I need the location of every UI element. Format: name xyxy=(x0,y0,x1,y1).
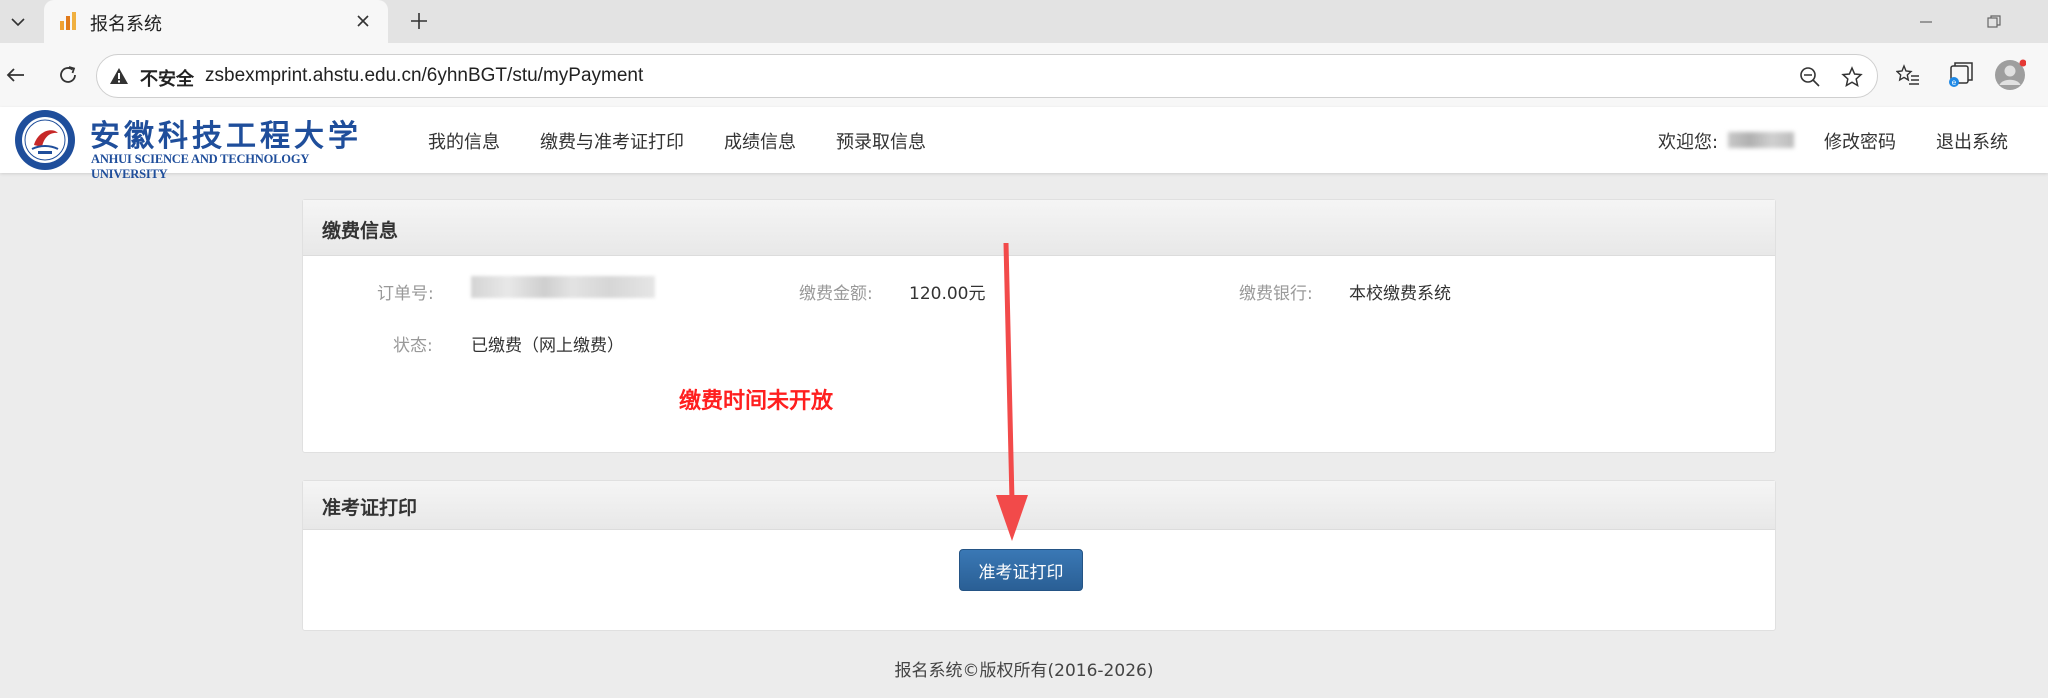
url-text[interactable]: zsbexmprint.ahstu.edu.cn/6yhnBGT/stu/myP… xyxy=(205,65,643,87)
collections-icon[interactable]: e xyxy=(1944,59,1976,91)
logo-english-name: ANHUI SCIENCE AND TECHNOLOGY UNIVERSITY xyxy=(91,152,309,181)
nav-pre-admission[interactable]: 预录取信息 xyxy=(836,128,926,154)
favorite-star-icon[interactable] xyxy=(1839,64,1865,90)
status-label: 状态: xyxy=(393,336,433,356)
zoom-out-icon[interactable] xyxy=(1797,64,1823,90)
copyright-footer: 报名系统©版权所有(2016-2026) xyxy=(894,661,1154,681)
minimize-window-icon[interactable] xyxy=(1912,8,1940,36)
address-bar[interactable]: 不安全 zsbexmprint.ahstu.edu.cn/6yhnBGT/stu… xyxy=(96,54,1878,98)
new-tab-plus-icon[interactable] xyxy=(404,6,434,36)
admit-card-panel-title: 准考证打印 xyxy=(303,481,1775,530)
change-password-link[interactable]: 修改密码 xyxy=(1824,128,1896,154)
tab-list-chevron-icon[interactable] xyxy=(4,8,32,36)
restore-window-icon[interactable] xyxy=(1980,8,2008,36)
payment-bank-value: 本校缴费系统 xyxy=(1349,284,1451,304)
back-arrow-icon[interactable] xyxy=(0,59,32,91)
favorites-list-icon[interactable] xyxy=(1892,59,1924,91)
svg-text:e: e xyxy=(1952,78,1957,87)
admit-card-panel: 准考证打印 准考证打印 xyxy=(302,480,1776,631)
welcome-label: 欢迎您: xyxy=(1658,132,1719,153)
browser-tab[interactable]: 报名系统 xyxy=(44,0,388,48)
nav-my-info[interactable]: 我的信息 xyxy=(428,128,500,154)
browser-tab-strip: 报名系统 xyxy=(0,0,2048,48)
order-number-label: 订单号: xyxy=(377,284,434,304)
university-emblem-icon xyxy=(15,110,75,170)
close-tab-icon[interactable] xyxy=(352,10,374,32)
payment-amount-label: 缴费金额: xyxy=(799,284,873,304)
site-header: 安徽科技工程大学 ANHUI SCIENCE AND TECHNOLOGY UN… xyxy=(0,107,2048,181)
payment-amount-value: 120.00元 xyxy=(909,284,986,304)
payment-bank-label: 缴费银行: xyxy=(1239,284,1313,304)
nav-scores[interactable]: 成绩信息 xyxy=(724,128,796,154)
warning-triangle-icon xyxy=(109,66,129,86)
red-arrow-annotation xyxy=(996,243,1028,541)
print-admit-card-button[interactable]: 准考证打印 xyxy=(959,549,1083,591)
nav-payment-admit-card[interactable]: 缴费与准考证打印 xyxy=(540,128,684,154)
redacted-order-number xyxy=(471,276,655,298)
payment-info-panel: 缴费信息 订单号: 缴费金额: 120.00元 缴费银行: 本校缴费系统 状态:… xyxy=(302,199,1776,453)
tab-title: 报名系统 xyxy=(90,14,162,35)
bar-chart-favicon-icon xyxy=(58,11,78,31)
logo-chinese-name: 安徽科技工程大学 xyxy=(90,119,362,154)
university-logo[interactable]: 安徽科技工程大学 ANHUI SCIENCE AND TECHNOLOGY UN… xyxy=(10,107,376,181)
redacted-username xyxy=(1728,132,1794,148)
logout-link[interactable]: 退出系统 xyxy=(1936,128,2008,154)
payment-panel-title: 缴费信息 xyxy=(303,200,1775,256)
not-secure-label[interactable]: 不安全 xyxy=(140,65,194,91)
reload-icon[interactable] xyxy=(52,59,84,91)
status-value: 已缴费（网上缴费） xyxy=(471,336,624,356)
payment-closed-notice: 缴费时间未开放 xyxy=(679,389,834,414)
profile-avatar-icon[interactable] xyxy=(1994,59,2026,91)
browser-toolbar: 不安全 zsbexmprint.ahstu.edu.cn/6yhnBGT/stu… xyxy=(0,43,2048,107)
